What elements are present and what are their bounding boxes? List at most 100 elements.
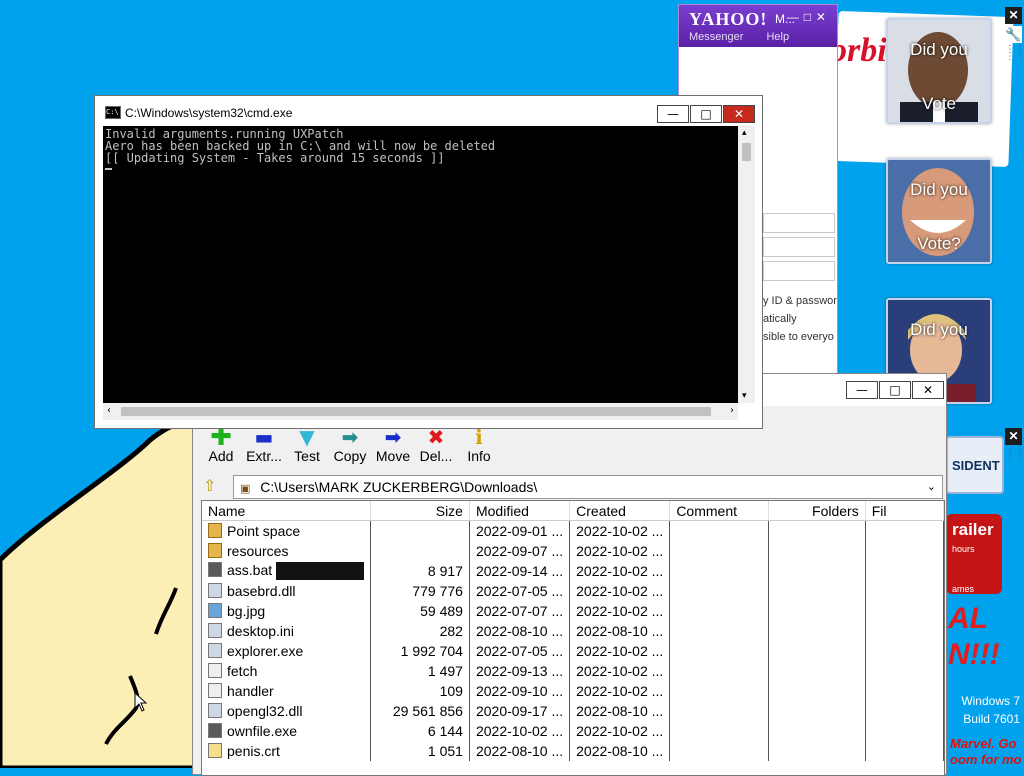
cmd-window[interactable]: C:\ C:\Windows\system32\cmd.exe — □ ✕ In… [94, 95, 763, 429]
vote-ad-1[interactable]: Did you Vote [886, 18, 992, 124]
cell-created: 2022-10-02 ... [569, 641, 671, 661]
table-row[interactable]: ownfile.exe 6 144 2022-10-02 ... 2022-10-02… [202, 721, 944, 741]
cell-modified: 2020-09-17 ... [469, 701, 571, 721]
scroll-left-icon[interactable]: ‹ [107, 405, 111, 416]
minimize-button[interactable]: — [657, 105, 689, 123]
maximize-button[interactable]: □ [879, 381, 911, 399]
cell-modified: 2022-08-10 ... [469, 741, 571, 761]
scroll-thumb[interactable] [121, 407, 711, 416]
console-output[interactable]: Invalid arguments.running UXPatch Aero h… [103, 126, 738, 403]
cell-folders [768, 520, 866, 541]
info-button[interactable]: ℹ Info [453, 426, 505, 464]
cell-comment [669, 641, 769, 661]
vertical-scrollbar[interactable]: ▴ ▾ [738, 126, 755, 403]
menu-messenger[interactable]: Messenger [689, 31, 743, 43]
cell-modified: 2022-09-01 ... [469, 520, 571, 541]
yahoo-password-field[interactable] [763, 261, 835, 281]
col-size[interactable]: Size [370, 501, 470, 521]
scroll-right-icon[interactable]: › [730, 405, 734, 416]
yahoo-field-2[interactable] [763, 237, 835, 257]
drag-grip-icon[interactable]: ⋮⋮ ⋮⋮ [1005, 445, 1024, 466]
col-created[interactable]: Created [569, 501, 671, 521]
minimize-button[interactable]: — [846, 381, 878, 399]
up-folder-icon[interactable]: ⇧ [203, 476, 216, 495]
table-row[interactable]: explorer.exe 1 992 704 2022-07-05 ... 2022-… [202, 641, 944, 661]
mouse-pointer-icon [134, 692, 148, 712]
cell-comment [669, 721, 769, 741]
cell-files [865, 581, 944, 601]
maximize-button[interactable]: □ [690, 105, 722, 123]
cell-created: 2022-10-02 ... [569, 520, 671, 541]
col-name[interactable]: Name [202, 501, 372, 521]
table-row[interactable]: resources 2022-09-07 ... 2022-10-02 ... [202, 541, 944, 561]
table-row[interactable]: basebrd.dll 779 776 2022-07-05 ... 2022-10-… [202, 581, 944, 601]
cell-size: 109 [370, 681, 470, 701]
console-line: [[ Updating System - Takes around 15 sec… [105, 151, 445, 165]
yahoo-titlebar[interactable]: YAHOO! M... —□✕ Messenger Help [679, 5, 837, 47]
window-controls[interactable]: —□✕ [787, 10, 831, 24]
yahoo-id-field[interactable] [763, 213, 835, 233]
col-folders[interactable]: Folders [768, 501, 866, 521]
wrench-icon[interactable]: 🔧 [1005, 26, 1022, 43]
cell-name: opengl32.dll [202, 701, 372, 721]
cell-name: penis.crt [202, 741, 372, 761]
col-files[interactable]: Fil [865, 501, 944, 521]
file-name: opengl32.dll [227, 703, 303, 719]
president-gadget[interactable]: SIDENT [946, 436, 1004, 494]
scroll-up-icon[interactable]: ▴ [742, 128, 747, 138]
cursor [105, 168, 112, 170]
table-row[interactable]: desktop.ini 282 2022-08-10 ... 2022-08-10 .… [202, 621, 944, 641]
vote-ad-2[interactable]: Did you Vote? [886, 158, 992, 264]
yahoo-login-text-1: y ID & passwor [763, 295, 837, 307]
file-icon [208, 561, 222, 577]
close-button[interactable]: ✕ [912, 381, 944, 399]
yahoo-menu: Messenger Help [689, 31, 789, 43]
winrar-window[interactable]: — □ ✕ ✚ Add ▬ Extr... ▼ Test ➡ Copy ➡ Move ✖ D… [192, 373, 947, 776]
file-name: bg.jpg [227, 603, 266, 619]
ad-text-bottom: Vote [921, 94, 957, 113]
menu-help[interactable]: Help [766, 31, 789, 43]
table-row[interactable]: penis.crt 1 051 2022-08-10 ... 2022-08-10 .… [202, 741, 944, 761]
cell-files [865, 701, 944, 721]
info-icon: ℹ [475, 425, 483, 449]
table-row[interactable]: Point space 2022-09-01 ... 2022-10-02 ... [202, 520, 944, 541]
drag-grip-icon[interactable]: ⋮⋮ ⋮⋮ [1005, 45, 1024, 66]
close-icon[interactable]: ✕ [1005, 428, 1022, 445]
rename-edit-box[interactable] [276, 562, 365, 581]
file-icon [208, 643, 222, 658]
file-icon [208, 663, 222, 678]
yahoo-logo: YAHOO! [689, 9, 768, 29]
cell-comment [669, 581, 769, 601]
table-row[interactable]: fetch 1 497 2022-09-13 ... 2022-10-02 ... [202, 661, 944, 681]
col-comment[interactable]: Comment [669, 501, 769, 521]
table-row[interactable]: handler 109 2022-09-10 ... 2022-10-02 ... [202, 681, 944, 701]
close-button[interactable]: ✕ [723, 105, 755, 123]
path-text: C:\Users\MARK ZUCKERBERG\Downloads\ [260, 479, 538, 495]
cell-name: ownfile.exe [202, 721, 372, 741]
close-icon[interactable]: ✕ [1005, 7, 1022, 24]
cell-files [865, 561, 944, 581]
table-row[interactable]: ass.bat 8 917 2022-09-14 ... 2022-10-02 ... [202, 561, 944, 581]
cmd-titlebar[interactable]: C:\ C:\Windows\system32\cmd.exe — □ ✕ [95, 96, 762, 128]
windows-build: Build 7601 [963, 712, 1020, 726]
scroll-thumb[interactable] [742, 143, 751, 161]
file-list[interactable]: Name Size Modified Created Comment Folde… [201, 500, 945, 776]
cell-created: 2022-10-02 ... [569, 661, 671, 681]
president-label: SIDENT [952, 458, 1000, 473]
cell-created: 2022-08-10 ... [569, 621, 671, 641]
table-row[interactable]: bg.jpg 59 489 2022-07-07 ... 2022-10-02 ... [202, 601, 944, 621]
cell-folders [768, 721, 866, 741]
col-modified[interactable]: Modified [469, 501, 571, 521]
cell-folders [768, 581, 866, 601]
path-combobox[interactable]: ▣ C:\Users\MARK ZUCKERBERG\Downloads\ ⌄ [233, 475, 943, 499]
chevron-down-icon[interactable]: ⌄ [927, 476, 936, 498]
cell-modified: 2022-07-05 ... [469, 581, 571, 601]
trailer-gadget[interactable]: railer hours ames [946, 514, 1002, 594]
scroll-down-icon[interactable]: ▾ [742, 391, 747, 401]
cell-comment [669, 701, 769, 721]
cell-name: basebrd.dll [202, 581, 372, 601]
red-text-2: N!!! [948, 638, 1000, 671]
horizontal-scrollbar[interactable]: ‹ › [103, 403, 738, 420]
cmd-title: C:\Windows\system32\cmd.exe [125, 106, 293, 120]
table-row[interactable]: opengl32.dll 29 561 856 2020-09-17 ... 2022… [202, 701, 944, 721]
